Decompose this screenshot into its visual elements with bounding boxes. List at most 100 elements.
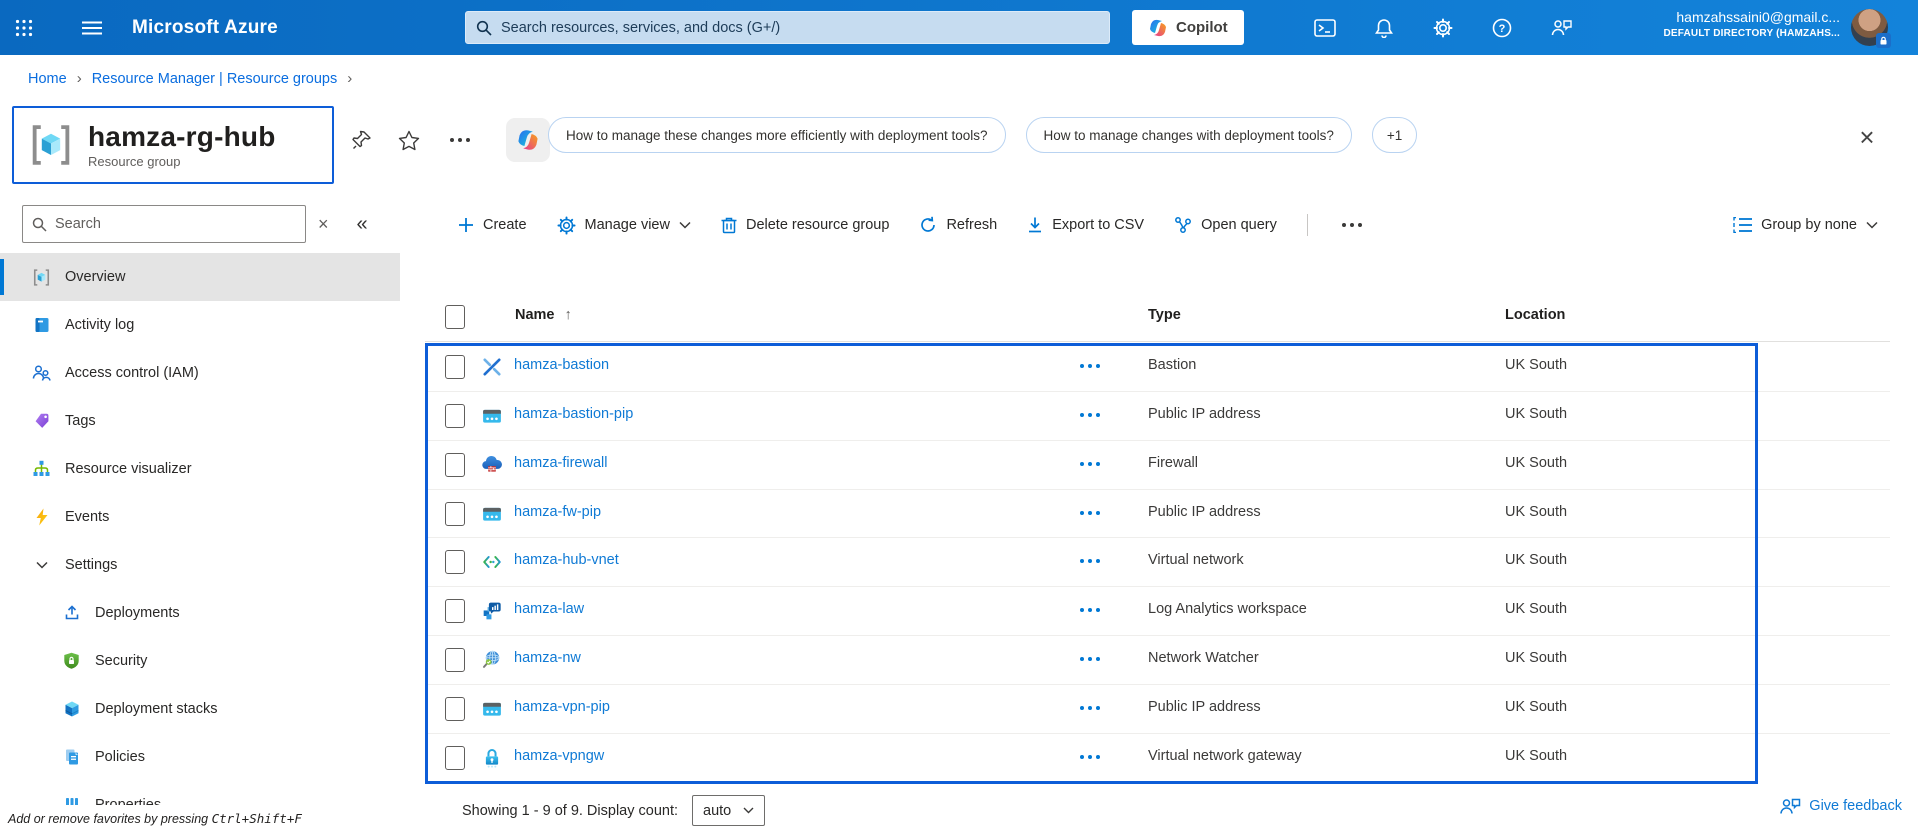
help-icon[interactable]: ? [1472, 0, 1531, 55]
resource-link[interactable]: hamza-firewall [514, 455, 607, 471]
sidebar-item-deployments[interactable]: Deployments [0, 589, 400, 637]
sidebar-search-input[interactable] [55, 216, 296, 232]
create-button[interactable]: Create [458, 217, 527, 233]
table-row[interactable]: hamza-vpn-pip Public IP address UK South [425, 685, 1890, 734]
global-search-input[interactable] [501, 19, 1099, 36]
row-checkbox[interactable] [445, 403, 465, 428]
row-checkbox[interactable] [445, 599, 465, 624]
resource-link[interactable]: hamza-vpn-pip [514, 699, 610, 715]
resource-link[interactable]: hamza-nw [514, 650, 581, 666]
breadcrumb-resource-groups[interactable]: Resource Manager | Resource groups [92, 71, 338, 87]
account-menu[interactable]: hamzahssaini0@gmail.c... DEFAULT DIRECTO… [1598, 8, 1840, 40]
resource-location: UK South [1505, 405, 1568, 422]
sidebar-item-events[interactable]: Events [0, 493, 400, 541]
resource-link[interactable]: hamza-fw-pip [514, 504, 601, 520]
row-checkbox[interactable] [445, 501, 465, 526]
hamburger-menu-icon[interactable] [68, 0, 116, 55]
column-header-location[interactable]: Location [1505, 307, 1565, 323]
row-checkbox[interactable] [445, 745, 465, 770]
row-more-button[interactable] [1080, 510, 1100, 515]
sidebar-item-activity-log[interactable]: Activity log [0, 301, 400, 349]
group-by-button[interactable]: Group by none [1733, 203, 1878, 247]
resource-link[interactable]: hamza-vpngw [514, 748, 604, 764]
sidebar-item-deployment-stacks[interactable]: Deployment stacks [0, 685, 400, 733]
row-checkbox[interactable] [445, 696, 465, 721]
sidebar-item-access-control[interactable]: Access control (IAM) [0, 349, 400, 397]
feedback-icon[interactable] [1531, 0, 1590, 55]
delete-resource-group-button[interactable]: Delete resource group [721, 216, 889, 234]
toolbar-more-button[interactable] [1338, 219, 1366, 231]
resource-link[interactable]: hamza-law [514, 601, 584, 617]
table-row[interactable]: hamza-firewall Firewall UK South [425, 441, 1890, 490]
row-more-button[interactable] [1080, 608, 1100, 613]
network-watcher-icon [482, 650, 502, 670]
give-feedback-link[interactable]: Give feedback [1779, 797, 1902, 815]
title-more-button[interactable] [446, 134, 474, 146]
suggestion-pill-1[interactable]: How to manage these changes more efficie… [548, 117, 1006, 153]
table-row[interactable]: hamza-hub-vnet Virtual network UK South [425, 538, 1890, 588]
resource-type: Network Watcher [1148, 650, 1259, 667]
favorite-star-icon[interactable] [398, 130, 420, 151]
sidebar-search[interactable] [22, 205, 306, 243]
row-checkbox[interactable] [445, 355, 465, 379]
resource-link[interactable]: hamza-bastion-pip [514, 406, 633, 422]
search-icon [32, 217, 47, 232]
virtual-network-icon [482, 552, 502, 572]
suggestion-pill-more[interactable]: +1 [1371, 117, 1418, 153]
page-subtitle: Resource group [88, 153, 181, 169]
cloud-shell-icon[interactable] [1295, 0, 1354, 55]
table-row[interactable]: hamza-vpngw Virtual network gateway UK S… [425, 734, 1890, 783]
sidebar-item-label: Events [65, 509, 110, 525]
open-query-button[interactable]: Open query [1174, 216, 1277, 234]
display-count-select[interactable]: auto [692, 795, 766, 826]
suggestion-pill-2[interactable]: How to manage changes with deployment to… [1025, 117, 1352, 153]
row-checkbox[interactable] [445, 452, 465, 477]
refresh-button[interactable]: Refresh [919, 216, 997, 234]
breadcrumb-home[interactable]: Home [28, 71, 67, 87]
close-icon[interactable]: × [1850, 120, 1884, 154]
column-header-name[interactable]: Name ↑ [515, 307, 572, 323]
sidebar: × « Overview Activity log [0, 195, 400, 835]
sidebar-item-overview[interactable]: Overview [0, 253, 400, 301]
row-more-button[interactable] [1080, 705, 1100, 710]
resource-group-icon [32, 125, 70, 165]
app-launcher-icon[interactable] [0, 0, 48, 55]
row-more-button[interactable] [1080, 754, 1100, 759]
sidebar-group-settings[interactable]: Settings [0, 541, 400, 589]
row-more-button[interactable] [1080, 461, 1100, 466]
row-more-button[interactable] [1080, 364, 1100, 368]
table-row[interactable]: hamza-fw-pip Public IP address UK South [425, 490, 1890, 539]
resource-link[interactable]: hamza-bastion [514, 357, 609, 373]
table-row[interactable]: hamza-bastion-pip Public IP address UK S… [425, 392, 1890, 441]
sidebar-item-security[interactable]: Security [0, 637, 400, 685]
export-csv-button[interactable]: Export to CSV [1027, 216, 1144, 234]
column-header-type[interactable]: Type [1148, 307, 1181, 323]
collapse-sidebar-icon[interactable]: « [357, 213, 368, 236]
select-all-checkbox[interactable] [445, 305, 465, 329]
row-more-button[interactable] [1080, 412, 1100, 417]
avatar[interactable] [1851, 9, 1891, 48]
global-search[interactable] [465, 11, 1110, 44]
copilot-button[interactable]: Copilot [1132, 10, 1244, 45]
sidebar-item-resource-visualizer[interactable]: Resource visualizer [0, 445, 400, 493]
sidebar-item-tags[interactable]: Tags [0, 397, 400, 445]
table-row[interactable]: hamza-law Log Analytics workspace UK Sou… [425, 587, 1890, 637]
row-more-button[interactable] [1080, 657, 1100, 662]
row-checkbox[interactable] [445, 550, 465, 575]
clear-search-icon[interactable]: × [318, 214, 329, 235]
notifications-bell-icon[interactable] [1354, 0, 1413, 55]
resource-link[interactable]: hamza-hub-vnet [514, 552, 619, 568]
table-row[interactable]: hamza-nw Network Watcher UK South [425, 636, 1890, 685]
table-row[interactable]: hamza-bastion Bastion UK South [425, 343, 1890, 392]
sidebar-item-policies[interactable]: Policies [0, 733, 400, 781]
row-more-button[interactable] [1080, 559, 1100, 564]
brand-title[interactable]: Microsoft Azure [132, 17, 278, 39]
sidebar-item-label: Tags [65, 413, 96, 429]
account-email: hamzahssaini0@gmail.c... [1676, 9, 1840, 25]
breadcrumb-separator-icon: › [76, 70, 82, 87]
row-checkbox[interactable] [445, 648, 465, 673]
pin-icon[interactable] [352, 130, 372, 150]
settings-gear-icon[interactable] [1413, 0, 1472, 55]
manage-view-button[interactable]: Manage view [557, 215, 691, 235]
copilot-suggestions-icon[interactable] [506, 118, 550, 162]
